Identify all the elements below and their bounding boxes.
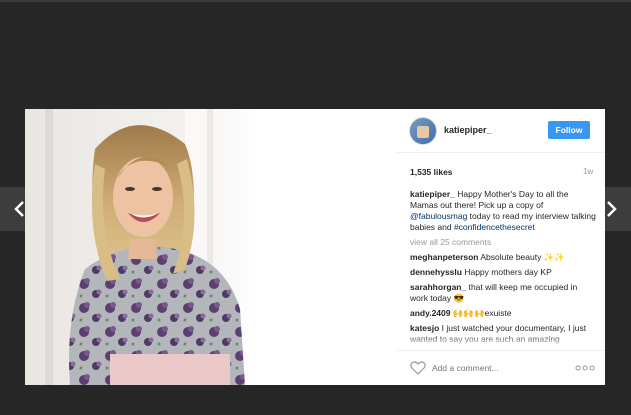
top-border bbox=[0, 0, 631, 2]
comment-text: 🙌🙌🙌exuiste bbox=[450, 308, 512, 318]
post-photo-illustration bbox=[25, 109, 397, 385]
post-modal: katiepiper_ Follow 1,535 likes 1w katiep… bbox=[25, 109, 605, 385]
comment-username[interactable]: dennehysslu bbox=[410, 267, 462, 277]
follow-button[interactable]: Follow bbox=[548, 121, 590, 139]
comment-item: meghanpeterson Absolute beauty ✨✨ bbox=[410, 252, 596, 263]
more-options-icon[interactable] bbox=[575, 361, 595, 375]
comment-username[interactable]: meghanpeterson bbox=[410, 252, 479, 262]
add-comment-input[interactable] bbox=[432, 361, 572, 375]
caption-hashtag[interactable]: #confidencethesecret bbox=[454, 222, 535, 232]
comment-username[interactable]: sarahhorgan_ bbox=[410, 282, 466, 292]
post-caption: katiepiper_ Happy Mother's Day to all th… bbox=[410, 189, 596, 233]
comments-fade bbox=[410, 335, 596, 347]
comment-text: Absolute beauty ✨✨ bbox=[478, 252, 565, 262]
comment-text: Happy mothers day KP bbox=[461, 267, 552, 277]
username[interactable]: katiepiper_ bbox=[444, 125, 492, 135]
comment-item: sarahhorgan_ that will keep me occupied … bbox=[410, 282, 596, 304]
chevron-right-icon bbox=[607, 201, 617, 217]
view-all-comments-link[interactable]: view all 25 comments bbox=[410, 237, 596, 248]
post-time: 1w bbox=[583, 167, 594, 176]
comment-bar bbox=[397, 350, 605, 385]
caption-username[interactable]: katiepiper_ bbox=[410, 189, 455, 199]
comment-item: andy.2409 🙌🙌🙌exuiste bbox=[410, 308, 596, 319]
heart-icon[interactable] bbox=[410, 361, 426, 375]
comment-item: dennehysslu Happy mothers day KP bbox=[410, 267, 596, 278]
comments-list[interactable]: katiepiper_ Happy Mother's Day to all th… bbox=[410, 189, 596, 347]
post-photo[interactable] bbox=[25, 109, 397, 385]
post-details-panel: katiepiper_ Follow 1,535 likes 1w katiep… bbox=[397, 109, 605, 385]
comment-username[interactable]: katesjo bbox=[410, 323, 439, 333]
likes-count[interactable]: 1,535 likes bbox=[410, 167, 453, 177]
comment-username[interactable]: andy.2409 bbox=[410, 308, 450, 318]
caption-mention[interactable]: @fabulousmag bbox=[410, 211, 467, 221]
post-header: katiepiper_ Follow bbox=[397, 109, 605, 153]
avatar[interactable] bbox=[409, 117, 437, 145]
